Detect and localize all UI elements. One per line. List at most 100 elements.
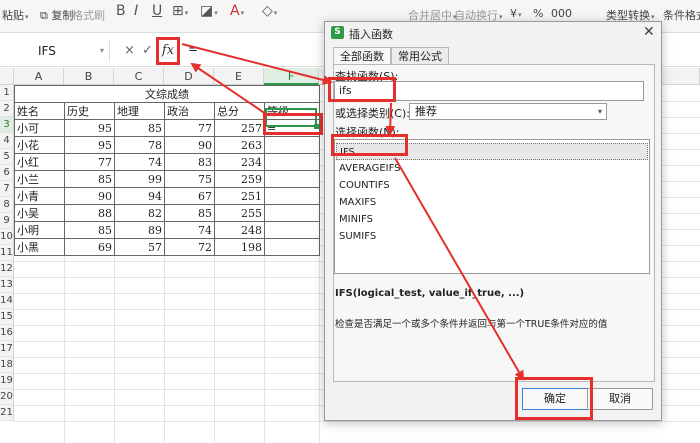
cell[interactable]: [264, 238, 320, 256]
cell[interactable]: 72: [164, 238, 215, 256]
row-header[interactable]: 13: [0, 277, 14, 293]
row-header[interactable]: 5: [0, 149, 14, 165]
copy-button[interactable]: ⧉ 复制: [40, 7, 73, 23]
cell[interactable]: [264, 187, 320, 205]
row-header[interactable]: 9: [0, 213, 14, 229]
insert-function-button[interactable]: fx: [156, 37, 180, 65]
name-box[interactable]: IFS ▾: [0, 40, 110, 62]
cell[interactable]: 小青: [14, 187, 65, 205]
cell[interactable]: 90: [164, 136, 215, 154]
row-header[interactable]: 21: [0, 405, 14, 421]
cell[interactable]: [264, 204, 320, 222]
cell[interactable]: 小兰: [14, 170, 65, 188]
column-header[interactable]: A: [14, 68, 64, 85]
row-header[interactable]: 8: [0, 197, 14, 213]
row-header[interactable]: 6: [0, 165, 14, 181]
cell[interactable]: 255: [214, 204, 265, 222]
cell[interactable]: 95: [64, 119, 115, 137]
row-header[interactable]: 14: [0, 293, 14, 309]
column-header-selected[interactable]: F: [264, 68, 319, 85]
list-item[interactable]: COUNTIFS: [339, 177, 390, 194]
table-title[interactable]: 文综成绩: [14, 85, 320, 103]
conditional-format-button[interactable]: 条件格式: [663, 7, 700, 23]
cell[interactable]: 83: [164, 153, 215, 171]
cancel-button[interactable]: 取消: [587, 388, 653, 410]
cell[interactable]: 90: [64, 187, 115, 205]
formula-input[interactable]: =: [188, 42, 198, 56]
list-item[interactable]: SUMIFS: [339, 228, 376, 245]
cell[interactable]: 251: [214, 187, 265, 205]
cell[interactable]: 小花: [14, 136, 65, 154]
cell[interactable]: [264, 221, 320, 239]
cell[interactable]: 257: [214, 119, 265, 137]
row-header[interactable]: 7: [0, 181, 14, 197]
row-header[interactable]: 20: [0, 389, 14, 405]
cell[interactable]: 85: [164, 204, 215, 222]
cell[interactable]: 77: [164, 119, 215, 137]
cell[interactable]: 99: [114, 170, 165, 188]
cell[interactable]: 94: [114, 187, 165, 205]
column-header[interactable]: E: [214, 68, 264, 85]
thousands-button[interactable]: 000: [551, 7, 572, 20]
dialog-titlebar[interactable]: S 插入函数 ✕: [325, 22, 661, 44]
cancel-icon[interactable]: ×: [124, 43, 135, 58]
confirm-icon[interactable]: ✓: [142, 43, 153, 58]
cell[interactable]: [264, 136, 320, 154]
row-header[interactable]: 19: [0, 373, 14, 389]
cell[interactable]: 67: [164, 187, 215, 205]
row-header[interactable]: 12: [0, 261, 14, 277]
tab-all-functions[interactable]: 全部函数: [333, 47, 391, 65]
currency-button[interactable]: ¥▾: [510, 7, 522, 20]
row-header[interactable]: 4: [0, 133, 14, 149]
function-list[interactable]: IFS AVERAGEIFS COUNTIFS MAXIFS MINIFS SU…: [334, 139, 650, 274]
bold-button[interactable]: B: [116, 3, 126, 19]
cell[interactable]: 小可: [14, 119, 65, 137]
cell[interactable]: [264, 153, 320, 171]
cell[interactable]: 82: [114, 204, 165, 222]
header-cell[interactable]: 历史: [64, 102, 115, 120]
cell[interactable]: 小明: [14, 221, 65, 239]
list-item[interactable]: MAXIFS: [339, 194, 376, 211]
cell[interactable]: 小吴: [14, 204, 65, 222]
fill-color-icon[interactable]: ◪▾: [200, 3, 218, 19]
cell[interactable]: 95: [64, 136, 115, 154]
cell[interactable]: 74: [164, 221, 215, 239]
italic-button[interactable]: I: [134, 3, 138, 19]
select-all-corner[interactable]: [0, 68, 14, 85]
cell[interactable]: 85: [114, 119, 165, 137]
clear-icon[interactable]: ◇▾: [262, 3, 277, 19]
row-header[interactable]: 18: [0, 357, 14, 373]
row-header[interactable]: 1: [0, 85, 14, 101]
list-item[interactable]: AVERAGEIFS: [339, 160, 401, 177]
row-header[interactable]: 10: [0, 229, 14, 245]
cell[interactable]: 88: [64, 204, 115, 222]
cell[interactable]: [264, 170, 320, 188]
column-header[interactable]: B: [64, 68, 114, 85]
tab-common-formulas[interactable]: 常用公式: [391, 47, 449, 65]
cell[interactable]: 263: [214, 136, 265, 154]
header-cell[interactable]: 政治: [164, 102, 215, 120]
cell[interactable]: 248: [214, 221, 265, 239]
paste-button[interactable]: 粘贴▾: [2, 7, 29, 23]
cell[interactable]: 小红: [14, 153, 65, 171]
header-cell[interactable]: 地理: [114, 102, 165, 120]
cell[interactable]: 85: [64, 221, 115, 239]
underline-button[interactable]: U: [152, 3, 162, 19]
cell[interactable]: 69: [64, 238, 115, 256]
row-header[interactable]: 11: [0, 245, 14, 261]
font-color-icon[interactable]: A▾: [230, 3, 244, 19]
cell[interactable]: 89: [114, 221, 165, 239]
close-icon[interactable]: ✕: [643, 24, 655, 40]
row-header[interactable]: 3: [0, 117, 14, 133]
chevron-down-icon[interactable]: ▾: [100, 40, 104, 62]
cell[interactable]: 259: [214, 170, 265, 188]
border-icon[interactable]: ⊞▾: [172, 3, 188, 19]
header-cell[interactable]: 姓名: [14, 102, 65, 120]
row-header[interactable]: 16: [0, 325, 14, 341]
column-header[interactable]: C: [114, 68, 164, 85]
cell[interactable]: 234: [214, 153, 265, 171]
category-select[interactable]: 推荐 ▾: [409, 103, 607, 120]
cell[interactable]: 57: [114, 238, 165, 256]
cell[interactable]: 198: [214, 238, 265, 256]
cell[interactable]: 74: [114, 153, 165, 171]
